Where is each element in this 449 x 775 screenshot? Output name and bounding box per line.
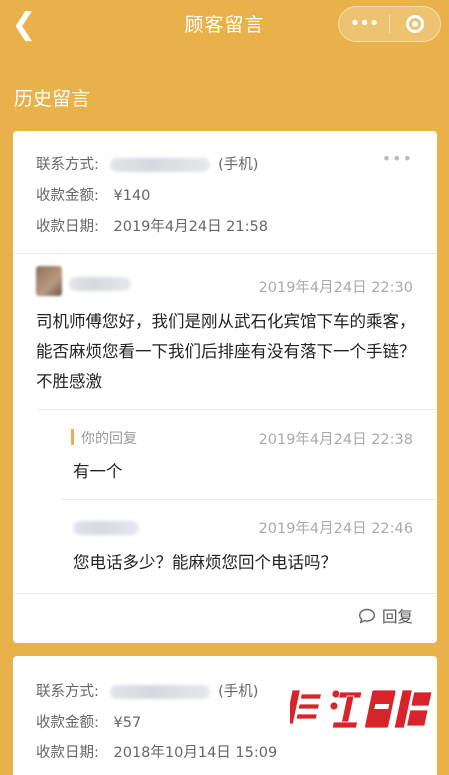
redacted-phone [109, 158, 210, 172]
divider [36, 409, 437, 410]
target-icon [406, 15, 424, 33]
amount-row: 收款金额: ¥140 [36, 184, 150, 205]
mini-program-capsule: ••• [338, 6, 441, 42]
reply-date: 2019年4月24日 22:38 [258, 432, 413, 448]
comment-icon [358, 608, 375, 624]
divider [13, 593, 437, 594]
reply-label: 你的回复 [81, 431, 137, 447]
close-mini-program-button[interactable] [390, 15, 440, 33]
divider [13, 253, 437, 254]
contact-label: 联系方式: [36, 684, 99, 700]
top-bar: ❮ 顾客留言 ••• [0, 0, 449, 52]
reply-text: 有一个 [73, 462, 123, 481]
contact-suffix: (手机) [218, 157, 259, 173]
amount-label: 收款金额: [36, 188, 99, 204]
more-button[interactable]: ••• [339, 7, 389, 41]
card-more-button[interactable]: ••• [382, 149, 413, 168]
amount-value: ¥57 [113, 715, 142, 731]
redacted-name [73, 521, 139, 535]
amount-label: 收款金额: [36, 715, 99, 731]
contact-label: 联系方式: [36, 157, 99, 173]
section-title: 历史留言 [14, 88, 91, 110]
message-date: 2019年4月24日 22:30 [258, 280, 413, 296]
redacted-phone [109, 685, 210, 699]
amount-row: 收款金额: ¥57 [36, 711, 141, 732]
divider [61, 499, 437, 500]
date-value: 2018年10月14日 15:09 [113, 745, 278, 761]
redacted-name [69, 277, 131, 291]
changjiang-daily-logo [290, 689, 433, 729]
followup-date: 2019年4月24日 22:46 [258, 521, 413, 537]
amount-value: ¥140 [113, 188, 151, 204]
date-value: 2019年4月24日 21:58 [113, 219, 268, 235]
date-row: 收款日期: 2019年4月24日 21:58 [36, 215, 268, 236]
contact-row: 联系方式: (手机) [36, 680, 258, 701]
more-dots-icon: ••• [349, 13, 380, 34]
reply-button-label: 回复 [381, 608, 413, 626]
date-label: 收款日期: [36, 745, 99, 761]
reply-button[interactable]: 回复 [358, 605, 413, 627]
message-card: ••• 联系方式: (手机) 收款金额: ¥140 收款日期: 2019年4月2… [13, 131, 437, 643]
reply-marker [71, 429, 74, 445]
followup-text: 您电话多少？能麻烦您回个电话吗？ [73, 553, 337, 572]
contact-row: 联系方式: (手机) [36, 153, 258, 174]
date-row: 收款日期: 2018年10月14日 15:09 [36, 741, 277, 762]
date-label: 收款日期: [36, 219, 99, 235]
avatar [36, 266, 62, 296]
contact-suffix: (手机) [218, 684, 259, 700]
message-text: 司机师傅您好，我们是刚从武石化宾馆下车的乘客，能否麻烦您看一下我们后排座有没有落… [36, 312, 416, 391]
